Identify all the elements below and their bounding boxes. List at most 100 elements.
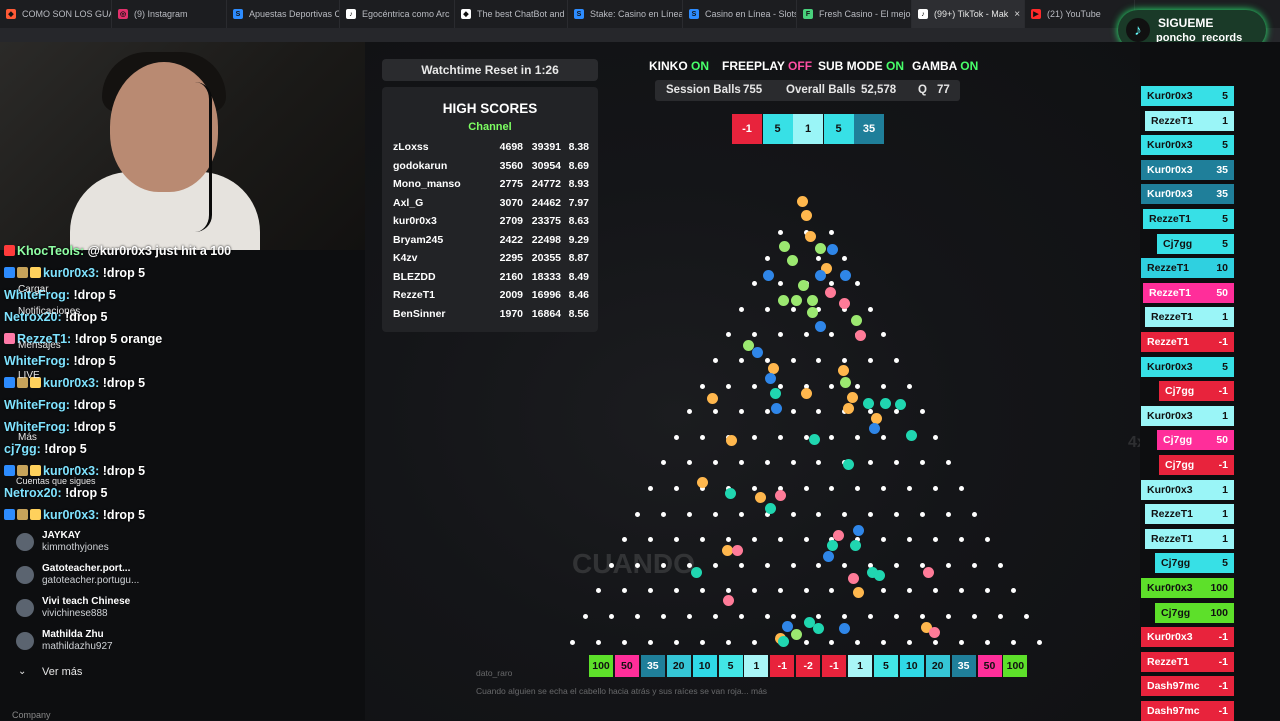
followed-account[interactable]: Gatoteacher.port... gatoteacher.portugu..… [16,563,139,587]
plinko-peg [764,614,770,619]
feed-value: 5 [1222,557,1228,570]
sidebar-item-3[interactable]: LIVE [18,370,40,381]
feed-entry: Cj7gg 5 [1155,553,1234,574]
multiplier-bucket: 100 [1003,655,1028,677]
multiplier-bucket: 50 [614,655,639,677]
plinko-ball [800,387,812,399]
plinko-peg [738,358,744,363]
footer-company-link[interactable]: Company [12,710,51,720]
feed-entry: Cj7gg 100 [1155,602,1234,623]
drop-value-option[interactable]: 5 [823,114,854,144]
score-cell-c: 8.93 [568,178,589,190]
feed-value: -1 [1218,336,1228,348]
plinko-peg [790,358,796,363]
chat-text: !drop 5 [99,266,146,280]
plinko-peg [933,486,938,491]
tab-favicon-icon: S [233,9,243,19]
mode-gamba: GAMBA ON [912,59,979,73]
plinko-peg [907,383,913,389]
feed-entry: RezzeT1 50 [1143,282,1234,303]
sidebar-item-1[interactable]: Notificaciones [18,306,80,317]
score-cell-b: 22498 [531,233,561,246]
followed-account[interactable]: Mathilda Zhu mathildazhu927 [16,629,113,653]
drop-value-option[interactable]: 1 [793,114,823,144]
sidebar-item-2[interactable]: Mensajes [18,340,61,351]
tab-title: (21) YouTube [1047,9,1101,19]
chat-text: !drop 5 [99,508,146,522]
score-cell-c: 8.69 [568,159,589,172]
plinko-ball [862,397,874,409]
plinko-peg [751,639,757,645]
plinko-ball [774,489,786,501]
address-bar[interactable] [0,28,1280,42]
drop-value-option[interactable]: 35 [854,114,884,144]
plinko-peg [751,486,757,491]
avatar [16,566,34,584]
drop-value-option[interactable]: -1 [732,114,762,144]
drop-value-option[interactable]: 5 [762,114,793,144]
score-cell-a: 2775 [499,178,523,190]
overall-balls-label: Overall Balls [786,84,856,96]
chat-text: !drop 5 [99,376,146,390]
chat-text: !drop 5 [69,420,116,434]
tab-favicon-icon: ▶ [1031,9,1041,19]
chat-message: Netrox20: !drop 5 [4,486,108,500]
feed-value: 35 [1216,163,1228,176]
plinko-ball [806,294,818,306]
score-cell-a: 2422 [499,233,523,246]
browser-tab[interactable]: ♪ (99+) TikTok - Mak × [912,0,1025,28]
sidebar-item-5[interactable]: Cuentas que sigues [16,476,96,486]
feed-username: RezzeT1 [1149,213,1192,225]
feed-value: 50 [1216,434,1228,447]
browser-tab[interactable]: ◆ The best ChatBot and [455,0,568,28]
tab-title: (9) Instagram [134,9,188,19]
sidebar-item-4[interactable]: Más [18,432,37,443]
browser-tab[interactable]: S Casino en Línea - Slots [683,0,797,28]
plinko-ball [838,297,850,309]
browser-tab[interactable]: F Fresh Casino - El mejo [797,0,912,28]
feed-entry: RezzeT1 1 [1145,110,1234,131]
plinko-peg [738,562,744,568]
plinko-peg [933,434,938,440]
plinko-peg [764,358,770,363]
plinko-peg [855,383,861,389]
plinko-ball [797,279,809,291]
plinko-ball [754,491,766,503]
session-balls-value: 755 [743,84,763,96]
browser-tab[interactable]: ◆ COMO SON LOS GUA [0,0,112,28]
followed-account[interactable]: JAYKAY kimmothyjones [16,530,109,554]
browser-tab[interactable]: S Stake: Casino en Línea [568,0,683,28]
plinko-ball [781,620,793,632]
feed-entry: Dash97mc -1 [1141,676,1234,697]
plinko-peg [1036,639,1042,645]
high-score-row: Bryam245 2422 22498 9.29 [393,234,589,246]
tab-close-icon[interactable]: × [1014,9,1020,20]
plinko-ball [879,397,891,409]
plinko-ball [870,412,882,424]
plinko-peg [790,306,796,312]
mode-sub: SUB MODE ON [818,59,905,73]
tab-title: The best ChatBot and [477,9,565,19]
plinko-peg [881,383,887,389]
plinko-ball [796,195,808,207]
plinko-ball [812,622,824,634]
plinko-peg [738,614,744,619]
sidebar-item-0[interactable]: Cargar [18,284,49,295]
plinko-peg [803,588,809,594]
score-cell-b: 16864 [531,307,561,320]
plinko-peg [777,434,783,440]
browser-tab[interactable]: S Apuestas Deportivas C [227,0,340,28]
browser-tab[interactable]: ♪ Egocéntrica como Arc [340,0,455,28]
followed-account[interactable]: Vivi teach Chinese vivichinese888 [16,596,130,620]
plinko-ball [839,269,851,281]
feed-entry: Cj7gg 50 [1157,430,1234,451]
account-handle: kimmothyjones [42,542,109,553]
feed-entry: RezzeT1 -1 [1141,332,1234,352]
see-more-button[interactable]: Ver más [42,666,82,678]
browser-tab[interactable]: ◎ (9) Instagram [112,0,227,28]
plinko-ball [868,422,880,434]
plinko-ball [690,566,702,578]
chat-badge-icon [17,465,28,476]
plinko-peg [725,383,731,389]
chat-username: kur0r0x3: [43,266,100,280]
